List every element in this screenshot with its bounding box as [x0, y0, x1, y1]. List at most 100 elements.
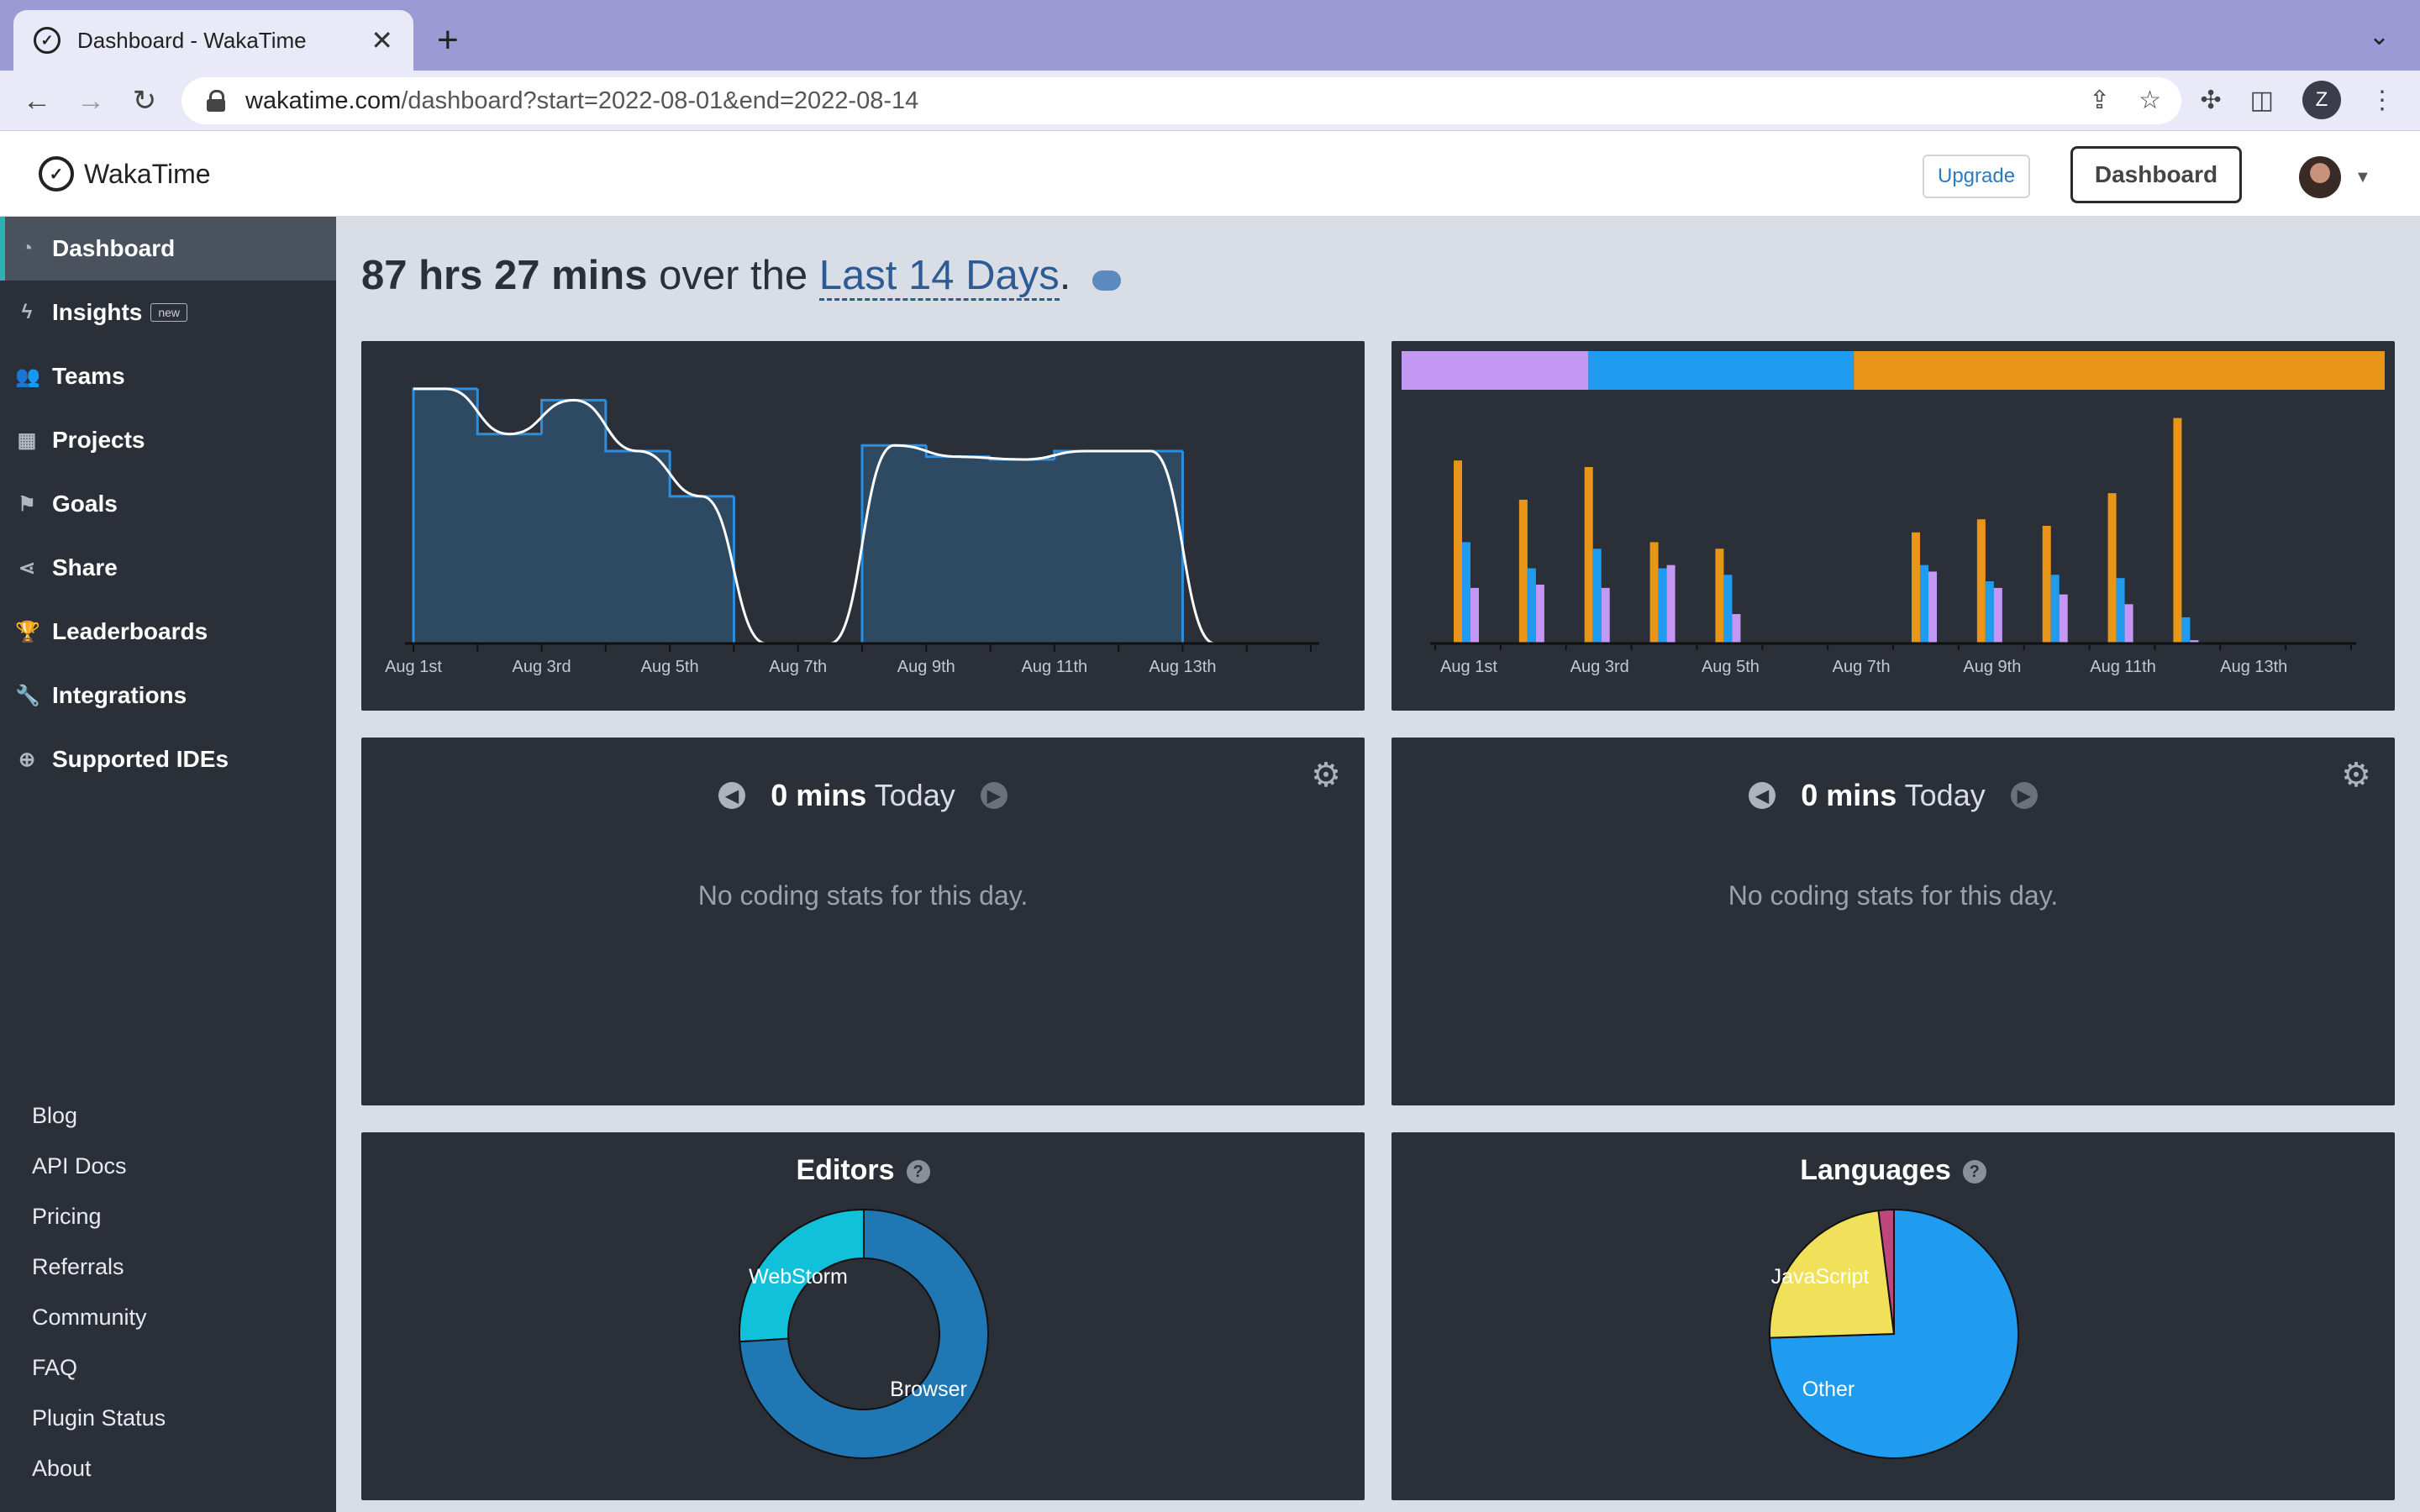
bar: [1993, 587, 2002, 643]
wakatime-logo[interactable]: ✓ WakaTime: [39, 156, 211, 192]
users-icon: 👥: [15, 365, 40, 388]
dashboard-button[interactable]: Dashboard: [2070, 146, 2242, 203]
sidebar-item-label: Integrations: [52, 682, 187, 708]
sidebar-item-supported-ides[interactable]: ⊕ Supported IDEs: [0, 727, 336, 791]
user-menu-caret-icon[interactable]: ▼: [2354, 168, 2371, 187]
bar: [1658, 568, 1667, 643]
share-page-icon[interactable]: ⇪: [2089, 86, 2110, 115]
side-panel-icon[interactable]: ◫: [2250, 86, 2274, 115]
profile-avatar[interactable]: Z: [2302, 81, 2341, 119]
bar: [1592, 549, 1602, 643]
share-icon: ⋖: [18, 556, 36, 580]
languages-pie-chart: Other JavaScript: [1769, 1208, 2019, 1459]
link-pricing[interactable]: Pricing: [32, 1191, 166, 1242]
next-day-icon[interactable]: ▶: [980, 782, 1007, 809]
sidebar-item-teams[interactable]: 👥 Teams: [0, 344, 336, 408]
bar: [1666, 564, 1676, 643]
link-referrals[interactable]: Referrals: [32, 1242, 166, 1292]
sidebar-item-projects[interactable]: ▦ Projects: [0, 408, 336, 472]
site-header: ✓ WakaTime Upgrade Dashboard ▼: [0, 131, 2420, 217]
sidebar-item-dashboard[interactable]: ◔ Dashboard: [0, 217, 336, 281]
day-step: [732, 496, 798, 645]
day-step: [668, 450, 734, 498]
sidebar-item-label: Goals: [52, 491, 118, 517]
title-period: .: [1059, 253, 1071, 298]
x-tick-label: Aug 3rd: [1570, 658, 1629, 676]
day-navigator: ◀ 0 mins Today ▶: [1392, 778, 2395, 813]
link-about[interactable]: About: [32, 1443, 166, 1494]
url-path: /dashboard?start=2022-08-01&end=2022-08-…: [401, 87, 919, 114]
sidebar-item-goals[interactable]: ⚑ Goals: [0, 472, 336, 536]
reload-icon[interactable]: ↻: [126, 82, 163, 119]
bar: [2116, 578, 2125, 643]
browser-menu-icon[interactable]: ⋮: [2370, 86, 2395, 115]
cloud-download-icon[interactable]: [1092, 270, 1121, 291]
x-tick-label: Aug 7th: [769, 658, 827, 676]
bar: [2050, 575, 2060, 643]
new-badge: new: [150, 303, 188, 322]
bookmark-star-icon[interactable]: ☆: [2139, 86, 2161, 115]
sidebar-item-integrations[interactable]: 🔧 Integrations: [0, 664, 336, 727]
bar: [1454, 460, 1462, 643]
forward-arrow-icon[interactable]: →: [72, 82, 109, 119]
sidebar-item-label: Dashboard: [52, 235, 176, 261]
date-range-selector[interactable]: Last 14 Days: [818, 253, 1060, 301]
plus-circle-icon: ⊕: [18, 748, 36, 771]
previous-day-icon[interactable]: ◀: [718, 782, 746, 809]
close-tab-icon[interactable]: ✕: [371, 24, 393, 56]
bar: [1649, 542, 1659, 643]
bar: [1527, 568, 1536, 643]
gear-icon[interactable]: ⚙: [2341, 756, 2371, 795]
bar: [1723, 575, 1733, 643]
address-bar[interactable]: wakatime.com/dashboard?start=2022-08-01&…: [182, 77, 2181, 124]
sidebar-item-share[interactable]: ⋖ Share: [0, 536, 336, 600]
previous-day-icon[interactable]: ◀: [1749, 782, 1776, 809]
no-stats-message: No coding stats for this day.: [697, 880, 1028, 911]
link-plugin-status[interactable]: Plugin Status: [32, 1393, 166, 1443]
sidebar-item-leaderboards[interactable]: 🏆 Leaderboards: [0, 600, 336, 664]
x-tick-label: Aug 11th: [1022, 658, 1088, 676]
next-day-icon[interactable]: ▶: [2010, 782, 2038, 809]
browser-extensions: ✣ ◫ Z ⋮: [2201, 81, 2395, 119]
bar: [2124, 604, 2133, 643]
page-title: 87 hrs 27 mins over the Last 14 Days.: [361, 252, 1071, 301]
link-faq[interactable]: FAQ: [32, 1342, 166, 1393]
upgrade-button[interactable]: Upgrade: [1923, 155, 2031, 198]
category-bar-chart: Aug 1st Aug 3rd Aug 5th Aug 7th Aug 9th Aug 1…: [1402, 351, 2385, 676]
languages-card: Languages? Other JavaScript: [1392, 1132, 2395, 1500]
bar: [1470, 587, 1479, 643]
daily-today: Today: [1904, 778, 1986, 812]
link-blog[interactable]: Blog: [32, 1090, 166, 1141]
wrench-icon: 🔧: [15, 684, 40, 707]
back-arrow-icon[interactable]: ←: [18, 82, 55, 119]
daily-projects-card: ◀ 0 mins Today ▶ ⚙ No coding stats for t…: [361, 738, 1365, 1105]
sidebar-item-insights[interactable]: ϟ Insights new: [0, 281, 336, 344]
bolt-icon: ϟ: [21, 301, 33, 323]
day-step: [604, 400, 671, 453]
bar: [1715, 549, 1724, 643]
extensions-puzzle-icon[interactable]: ✣: [2201, 86, 2222, 115]
slice-label: JavaScript: [1771, 1265, 1870, 1289]
editors-card: Editors? WebStorm Browser: [361, 1132, 1365, 1500]
link-community[interactable]: Community: [32, 1292, 166, 1342]
x-tick-label: Aug 5th: [1702, 658, 1760, 676]
browser-toolbar: ← → ↻ wakatime.com/dashboard?start=2022-…: [0, 71, 2420, 131]
link-api-docs[interactable]: API Docs: [32, 1141, 166, 1191]
category-chart-card: Aug 1st Aug 3rd Aug 5th Aug 7th Aug 9th Aug 1…: [1392, 341, 2395, 711]
bar: [1920, 564, 1928, 643]
x-tick-label: Aug 1st: [385, 658, 442, 676]
new-tab-button[interactable]: +: [437, 17, 459, 64]
browser-tab[interactable]: ✓ Dashboard - WakaTime ✕: [13, 10, 413, 71]
sidebar-item-label: Share: [52, 554, 118, 580]
user-avatar[interactable]: [2299, 156, 2341, 198]
bar: [2107, 493, 2117, 643]
daily-minutes: 0 mins: [1801, 778, 1897, 812]
lock-icon[interactable]: [207, 90, 225, 112]
category-share-segment: [1854, 351, 2385, 390]
bar: [2042, 526, 2051, 643]
sidebar-item-label: Supported IDEs: [52, 746, 229, 772]
gear-icon[interactable]: ⚙: [1311, 756, 1341, 795]
bar: [1912, 532, 1920, 643]
grid-icon: ▦: [17, 428, 37, 452]
tab-search-chevron-icon[interactable]: ⌄: [2369, 22, 2390, 51]
